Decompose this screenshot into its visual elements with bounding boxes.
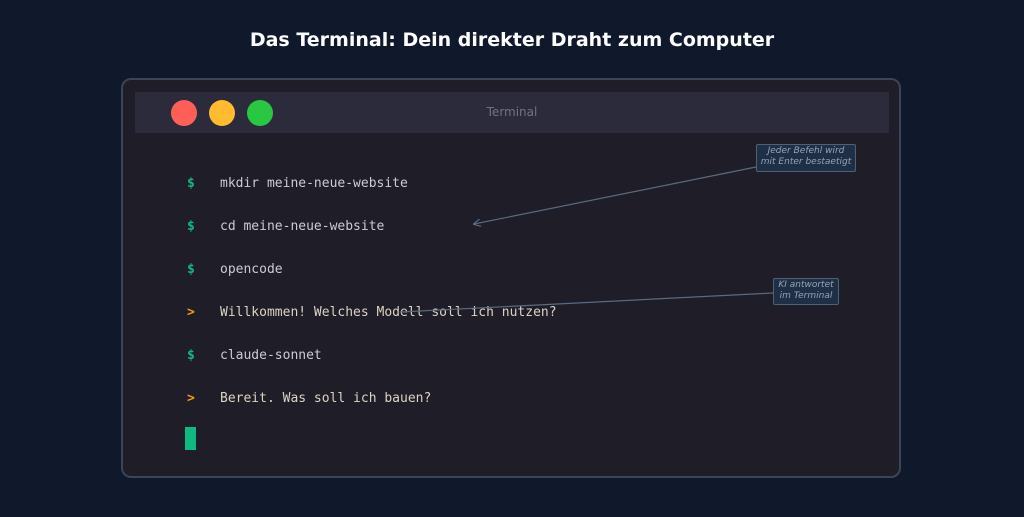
command-text: opencode [220, 262, 283, 277]
response-prompt-icon: > [187, 305, 195, 320]
page: Das Terminal: Dein direkter Draht zum Co… [0, 0, 1024, 517]
annotation-line: Jeder Befehl wird [767, 146, 845, 156]
command-prompt-icon: $ [187, 348, 195, 363]
command-text: cd meine-neue-website [220, 219, 385, 234]
page-title: Das Terminal: Dein direkter Draht zum Co… [249, 29, 775, 51]
terminal-line: $ claude-sonnet [187, 346, 322, 366]
terminal-line: $ opencode [187, 260, 283, 280]
annotation-line: mit Enter bestaetigt [760, 157, 852, 167]
terminal-line: $ cd meine-neue-website [187, 217, 384, 237]
annotation-line: KI antwortet [778, 280, 834, 290]
terminal-line: > Willkommen! Welches Modell soll ich nu… [187, 303, 557, 323]
command-prompt-icon: $ [187, 219, 195, 234]
terminal-line: $ mkdir meine-neue-website [187, 174, 408, 194]
terminal-titlebar: Terminal [135, 92, 889, 133]
command-prompt-icon: $ [187, 262, 195, 277]
terminal-cursor[interactable] [185, 427, 196, 450]
command-text: mkdir meine-neue-website [220, 176, 408, 191]
annotation-ai-response: KI antwortet im Terminal [773, 278, 839, 305]
annotation-enter-confirm: Jeder Befehl wird mit Enter bestaetigt [756, 144, 856, 172]
response-text: Willkommen! Welches Modell soll ich nutz… [220, 305, 557, 320]
command-prompt-icon: $ [187, 176, 195, 191]
terminal-line: > Bereit. Was soll ich bauen? [187, 389, 431, 409]
response-prompt-icon: > [187, 391, 195, 406]
terminal-title: Terminal [486, 105, 538, 119]
annotation-line: im Terminal [779, 291, 833, 301]
response-text: Bereit. Was soll ich bauen? [220, 391, 432, 406]
command-text: claude-sonnet [220, 348, 322, 363]
